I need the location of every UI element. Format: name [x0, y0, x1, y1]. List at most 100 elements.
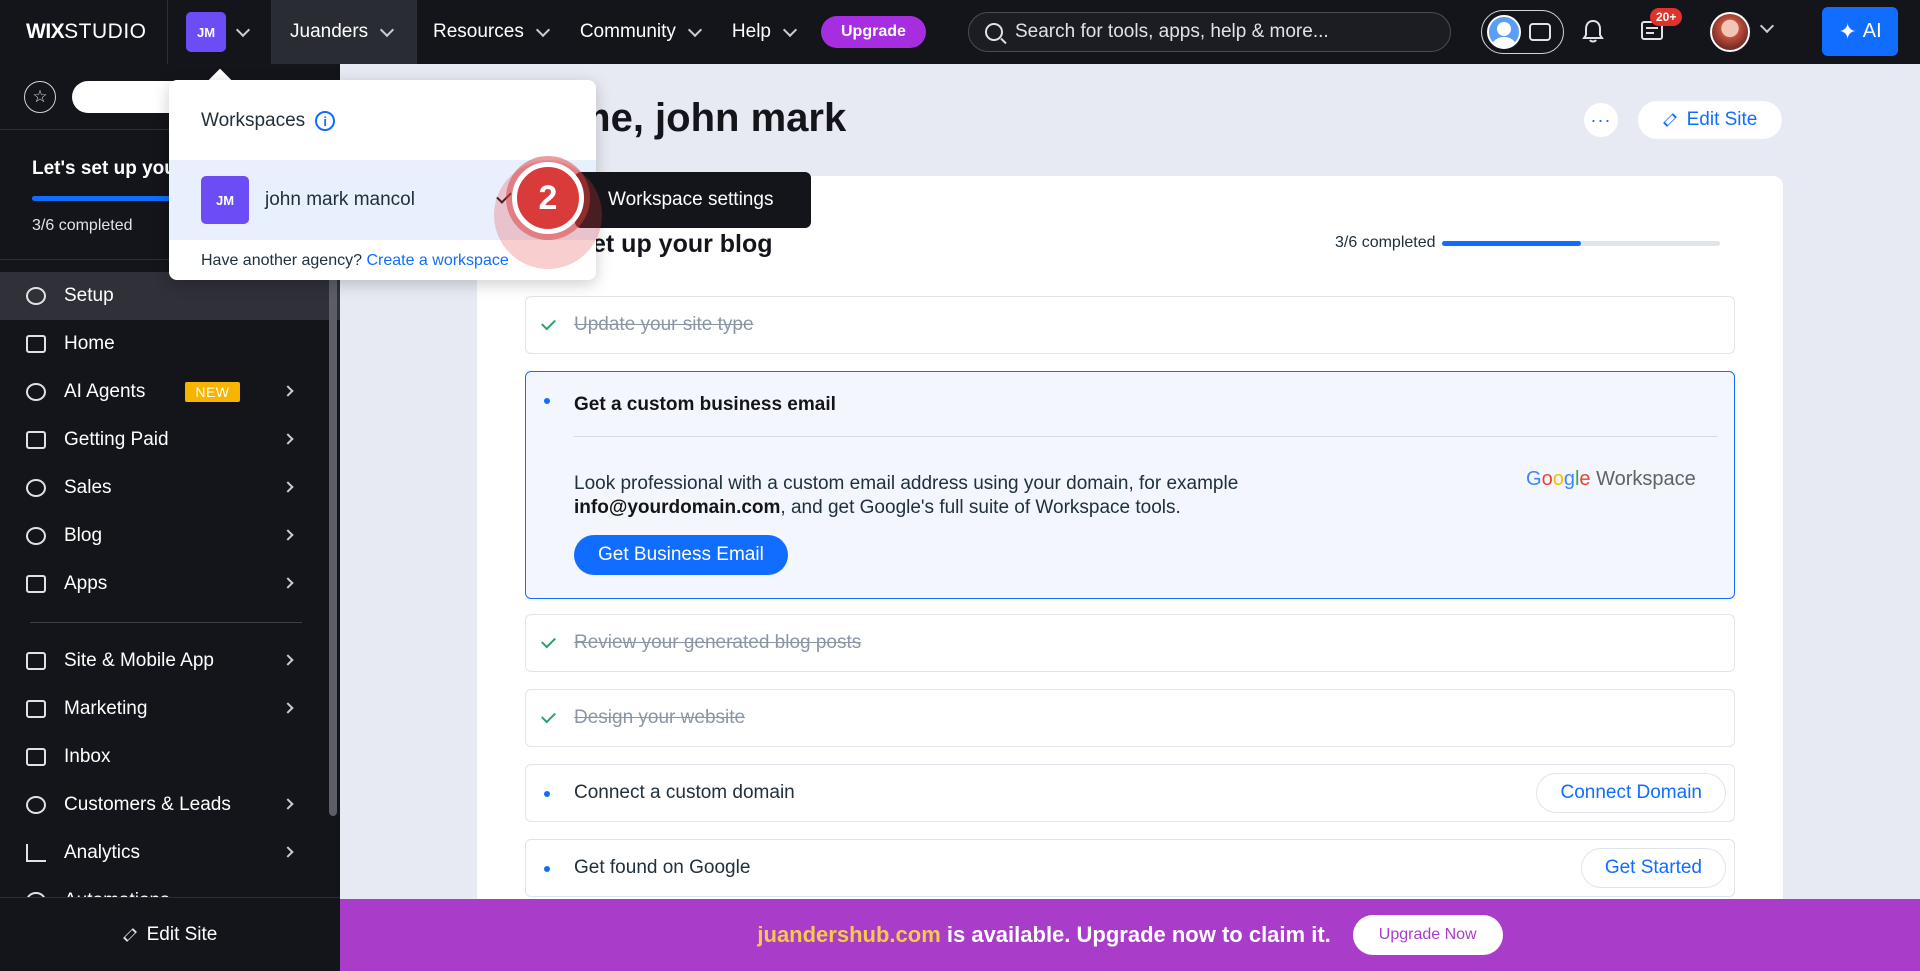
pending-dot-icon — [544, 791, 550, 797]
chevron-right-icon — [282, 654, 294, 666]
sidebar-item-site-mobile-app[interactable]: Site & Mobile App — [0, 637, 340, 685]
apps-grid-icon — [26, 575, 46, 593]
sidebar-item-label: Getting Paid — [64, 429, 169, 450]
user-avatar[interactable] — [1710, 12, 1750, 52]
search-icon — [985, 23, 1003, 41]
task-connect-domain[interactable]: Connect a custom domain Connect Domain — [525, 764, 1735, 822]
sidebar-item-label: Sales — [64, 477, 112, 498]
sidebar-item-inbox[interactable]: Inbox — [0, 733, 340, 781]
sidebar-item-blog[interactable]: Blog — [0, 512, 340, 560]
sparkle-icon: ✦ — [1838, 18, 1857, 44]
sidebar-item-sales[interactable]: Sales — [0, 464, 340, 512]
ai-label: AI — [1862, 20, 1882, 42]
workspace-settings-tooltip[interactable]: Workspace settings — [575, 172, 811, 228]
sidebar-item-label: Site & Mobile App — [64, 650, 214, 671]
chevron-right-icon — [282, 702, 294, 714]
search-input[interactable] — [1015, 21, 1435, 43]
chevron-right-icon — [282, 481, 294, 493]
sidebar-item-analytics[interactable]: Analytics — [0, 829, 340, 877]
sidebar-divider — [30, 622, 302, 623]
bell-icon[interactable] — [1582, 19, 1604, 43]
sidebar-scrollbar[interactable] — [329, 276, 337, 816]
sidebar-item-home[interactable]: Home — [0, 320, 340, 368]
task-review-blog-posts[interactable]: Review your generated blog posts — [525, 614, 1735, 672]
sidebar-item-label: Home — [64, 333, 115, 354]
sidebar-item-customers-leads[interactable]: Customers & Leads — [0, 781, 340, 829]
tooltip-label: Workspace settings — [608, 189, 774, 210]
dropdown-title: Workspaces i — [201, 110, 336, 132]
check-icon — [541, 315, 556, 331]
checklist-title: et up your blog — [592, 230, 773, 258]
task-label: Get a custom business email — [574, 394, 836, 415]
check-icon — [541, 633, 556, 649]
task-divider — [574, 436, 1718, 437]
chevron-down-icon — [380, 22, 395, 37]
inbox-icon — [26, 748, 46, 766]
pending-dot-icon — [544, 398, 550, 404]
sidebar-item-label: Analytics — [64, 842, 141, 863]
example-email: info@yourdomain.com — [574, 497, 781, 518]
upgrade-banner: juandershub.com is available. Upgrade no… — [340, 899, 1920, 971]
sidebar-item-ai-agents[interactable]: AI Agents NEW — [0, 368, 340, 416]
banner-text: is available. Upgrade now to claim it. — [946, 922, 1331, 947]
site-switcher[interactable]: Juanders — [272, 0, 417, 64]
chevron-down-icon[interactable] — [1759, 18, 1775, 34]
more-actions-button[interactable]: ··· — [1584, 103, 1618, 137]
footer-text: Have another agency? — [201, 252, 362, 269]
nav-community[interactable]: Community — [564, 0, 716, 64]
sidebar-item-label: Marketing — [64, 698, 148, 719]
info-icon[interactable]: i — [315, 111, 336, 131]
sidebar-item-label: Setup — [64, 285, 114, 306]
wix-studio-logo[interactable]: WIX STUDIO — [0, 0, 168, 64]
task-update-site-type[interactable]: Update your site type — [525, 296, 1735, 354]
nav-label: Help — [731, 21, 771, 42]
edit-site-button[interactable]: Edit Site — [1638, 101, 1782, 139]
edit-site-label: Edit Site — [146, 923, 218, 945]
ai-sparkle-icon — [26, 383, 46, 401]
get-started-button[interactable]: Get Started — [1580, 848, 1726, 888]
page-title: me, john mark — [575, 96, 847, 140]
task-label: Review your generated blog posts — [574, 632, 862, 653]
nav-label: Community — [579, 21, 676, 42]
sidebar-edit-site-button[interactable]: Edit Site — [0, 897, 340, 971]
upgrade-button[interactable]: Upgrade — [820, 16, 926, 48]
sidebar-item-getting-paid[interactable]: Getting Paid — [0, 416, 340, 464]
task-get-found-google[interactable]: Get found on Google Get Started — [525, 839, 1735, 897]
rocket-icon — [26, 287, 46, 305]
ai-assistant-button[interactable]: ✦ AI — [1822, 7, 1898, 56]
sidebar-item-label: Apps — [64, 573, 108, 594]
pending-dot-icon — [544, 866, 550, 872]
nav-resources[interactable]: Resources — [417, 0, 564, 64]
create-workspace-link[interactable]: Create a workspace — [366, 252, 508, 269]
new-badge: NEW — [185, 382, 240, 402]
nav-help[interactable]: Help — [716, 0, 811, 64]
people-icon — [26, 796, 46, 814]
site-name: Juanders — [290, 21, 369, 42]
megaphone-icon — [26, 700, 46, 718]
setup-progress-fill — [32, 196, 170, 201]
pen-nib-icon — [26, 527, 46, 545]
task-design-website[interactable]: Design your website — [525, 689, 1735, 747]
task-custom-business-email[interactable]: Get a custom business email Look profess… — [525, 371, 1735, 599]
sidebar-item-marketing[interactable]: Marketing — [0, 685, 340, 733]
chevron-down-icon — [235, 22, 251, 37]
upgrade-now-button[interactable]: Upgrade Now — [1352, 915, 1503, 955]
search-bar[interactable] — [968, 12, 1451, 52]
pencil-icon — [1662, 113, 1677, 127]
workspace-switcher[interactable]: JM — [168, 0, 272, 64]
sidebar-item-apps[interactable]: Apps — [0, 560, 340, 608]
help-chat-button[interactable] — [1481, 10, 1564, 54]
nav-label: Resources — [433, 21, 524, 42]
dropdown-title-label: Workspaces — [201, 110, 306, 131]
setup-checklist-card: et up your blog 3/6 completed Update you… — [477, 176, 1783, 971]
sidebar-menu: Setup Home AI Agents NEW Getting Paid Sal… — [0, 260, 340, 925]
connect-domain-button[interactable]: Connect Domain — [1536, 773, 1726, 813]
workspace-avatar: JM — [201, 176, 249, 224]
star-icon[interactable]: ☆ — [24, 80, 56, 113]
chevron-right-icon — [282, 846, 294, 858]
chevron-down-icon — [782, 22, 798, 37]
task-label: Design your website — [574, 707, 746, 728]
get-business-email-button[interactable]: Get Business Email — [574, 535, 788, 575]
google-workspace-logo: Google Workspace — [1526, 468, 1696, 490]
description-text: , and get Google's full suite of Workspa… — [780, 497, 1181, 518]
